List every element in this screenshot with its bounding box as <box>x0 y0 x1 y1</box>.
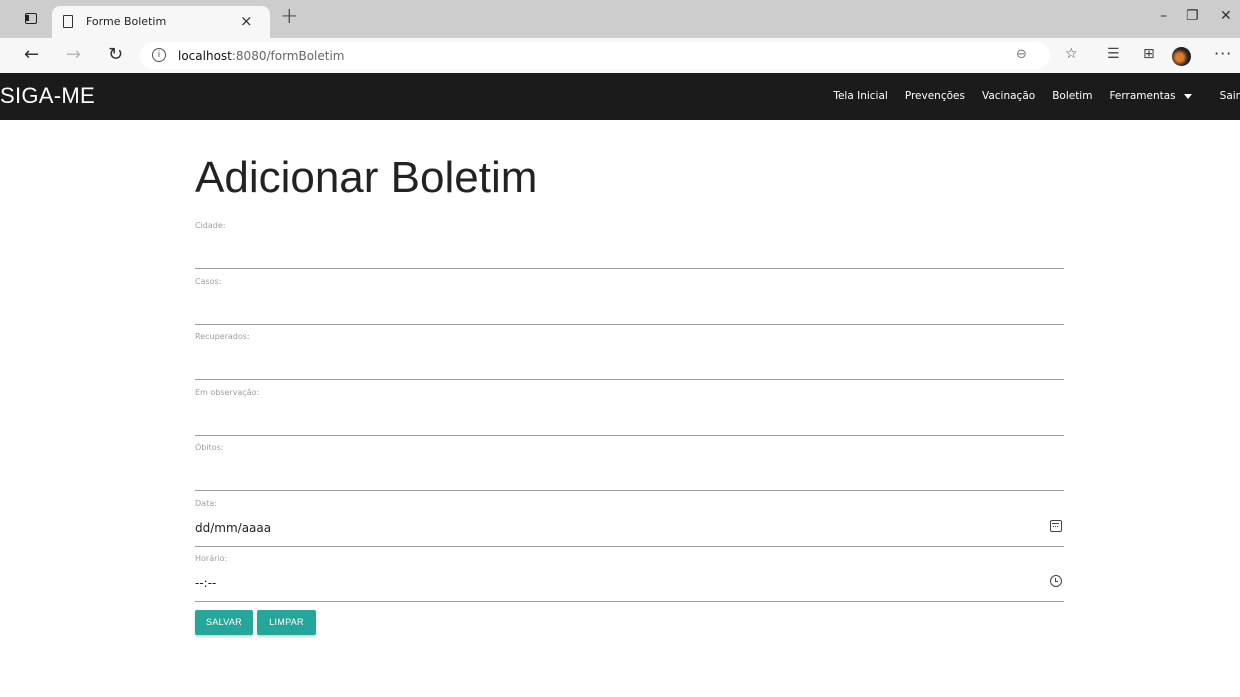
browser-toolbar: ← → ↻ i localhost:8080/formBoletim ⊖ ☆ ☰… <box>0 38 1240 73</box>
clear-button[interactable]: LIMPAR <box>257 610 316 635</box>
obitos-field[interactable]: Óbitos: <box>195 443 1064 491</box>
new-tab-button[interactable]: + <box>280 4 298 29</box>
zoom-out-icon[interactable]: ⊖ <box>1016 47 1027 62</box>
close-window-icon[interactable]: ✕ <box>1220 8 1232 24</box>
brand-logo[interactable]: SIGA-ME <box>0 83 95 109</box>
nav-link-sair[interactable]: Sair <box>1220 90 1240 102</box>
horario-input[interactable]: --:-- <box>195 576 216 590</box>
forward-icon[interactable]: → <box>66 44 81 65</box>
casos-field[interactable]: Casos: <box>195 277 1064 325</box>
ferramentas-label: Ferramentas <box>1109 90 1176 102</box>
close-tab-icon[interactable]: × <box>240 12 253 30</box>
nav-link-boletim[interactable]: Boletim <box>1052 90 1092 102</box>
data-label: Data: <box>195 499 217 508</box>
nav-link-prevencoes[interactable]: Prevenções <box>905 90 965 102</box>
recuperados-label: Recuperados: <box>195 332 250 341</box>
browser-tab[interactable]: Forme Boletim × <box>52 6 270 38</box>
back-icon[interactable]: ← <box>24 44 39 65</box>
save-button[interactable]: SALVAR <box>195 610 253 635</box>
address-bar[interactable]: i localhost:8080/formBoletim ⊖ <box>140 42 1050 69</box>
info-icon[interactable]: i <box>152 48 166 62</box>
url-path: :8080/formBoletim <box>231 49 345 63</box>
favorites-list-icon[interactable]: ☰ <box>1107 46 1120 62</box>
profile-avatar[interactable] <box>1172 47 1191 66</box>
minimize-icon[interactable]: – <box>1160 8 1167 24</box>
casos-label: Casos: <box>195 277 222 286</box>
browser-tabstrip: Forme Boletim × + – ❐ ✕ <box>0 0 1240 38</box>
favorite-star-icon[interactable]: ☆ <box>1065 46 1078 62</box>
page-title: Adicionar Boletim <box>195 153 538 202</box>
nav-link-vacinacao[interactable]: Vacinação <box>982 90 1035 102</box>
obitos-label: Óbitos: <box>195 443 224 452</box>
refresh-icon[interactable]: ↻ <box>108 44 123 65</box>
url-host: localhost <box>178 49 232 63</box>
url-text: localhost:8080/formBoletim <box>178 49 345 63</box>
more-options-icon[interactable]: ··· <box>1214 44 1232 63</box>
cidade-label: Cidade: <box>195 221 226 230</box>
nav-links: Tela Inicial Prevenções Vacinação Boleti… <box>816 90 1240 102</box>
page-icon <box>63 15 73 28</box>
cidade-field[interactable]: Cidade: <box>195 221 1064 269</box>
restore-icon[interactable]: ❐ <box>1186 8 1199 24</box>
recuperados-field[interactable]: Recuperados: <box>195 332 1064 380</box>
nav-link-tela-inicial[interactable]: Tela Inicial <box>833 90 888 102</box>
calendar-icon[interactable] <box>1050 520 1062 532</box>
nav-link-ferramentas[interactable]: Ferramentas <box>1109 90 1192 102</box>
tab-title: Forme Boletim <box>86 15 167 28</box>
app-navbar: SIGA-ME Tela Inicial Prevenções Vacinaçã… <box>0 73 1240 120</box>
data-field[interactable]: Data: dd/mm/aaaa <box>195 499 1064 547</box>
collections-icon[interactable]: ⊞ <box>1143 46 1155 62</box>
em-observacao-label: Em observação: <box>195 388 260 397</box>
tab-actions-icon[interactable] <box>25 13 37 24</box>
horario-label: Horário: <box>195 554 228 563</box>
data-input[interactable]: dd/mm/aaaa <box>195 521 271 535</box>
em-observacao-field[interactable]: Em observação: <box>195 388 1064 436</box>
horario-field[interactable]: Horário: --:-- <box>195 554 1064 602</box>
clock-icon[interactable] <box>1050 575 1062 587</box>
dropdown-caret-icon <box>1183 93 1192 99</box>
